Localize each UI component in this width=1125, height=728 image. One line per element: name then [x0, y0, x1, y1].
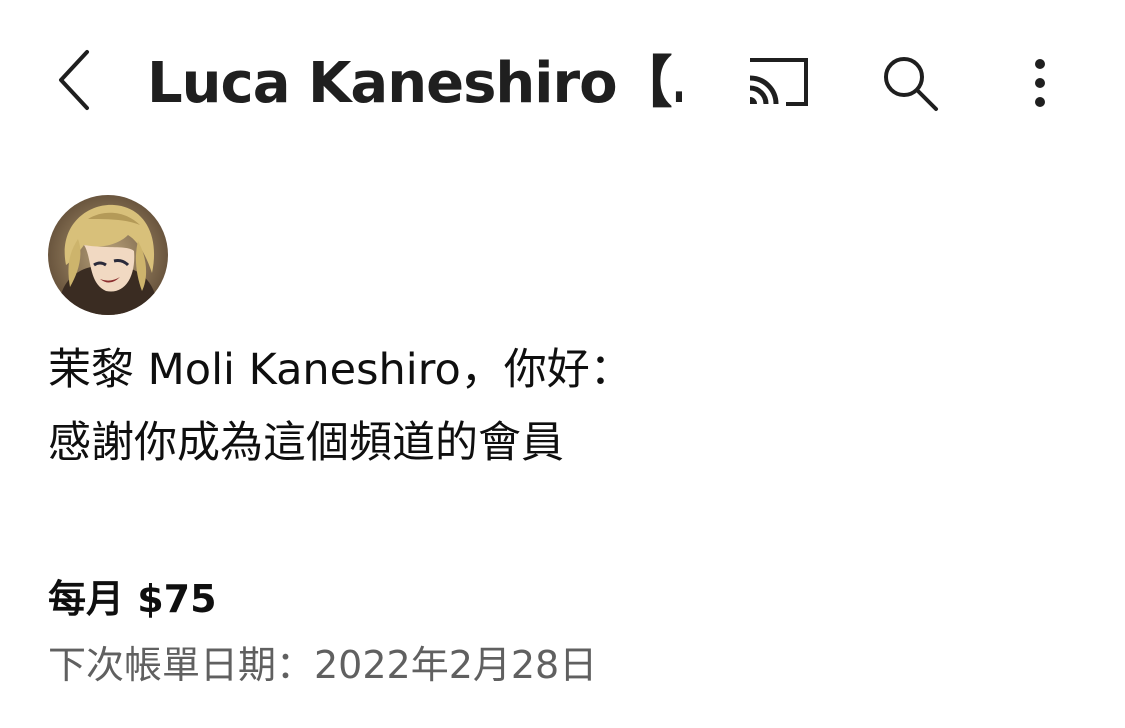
channel-title: Luca Kaneshiro【… [147, 51, 682, 116]
next-billing-date: 下次帳單日期：2022年2月28日 [48, 643, 598, 687]
more-options-button[interactable] [1010, 45, 1070, 120]
chevron-left-icon [59, 50, 89, 110]
channel-avatar [48, 195, 168, 315]
avatar-image [48, 195, 168, 315]
search-button[interactable] [872, 45, 947, 120]
search-icon [883, 56, 938, 111]
thanks-text: 感謝你成為這個頻道的會員 [48, 418, 564, 468]
greeting-text: 茉黎 Moli Kaneshiro，你好： [48, 345, 633, 395]
app-bar: Luca Kaneshiro【… [0, 0, 1125, 165]
more-vert-icon [1035, 58, 1045, 107]
cast-button[interactable] [740, 48, 815, 118]
back-button[interactable] [40, 40, 110, 120]
cast-icon [749, 58, 808, 106]
membership-price: 每月 $75 [48, 577, 217, 621]
